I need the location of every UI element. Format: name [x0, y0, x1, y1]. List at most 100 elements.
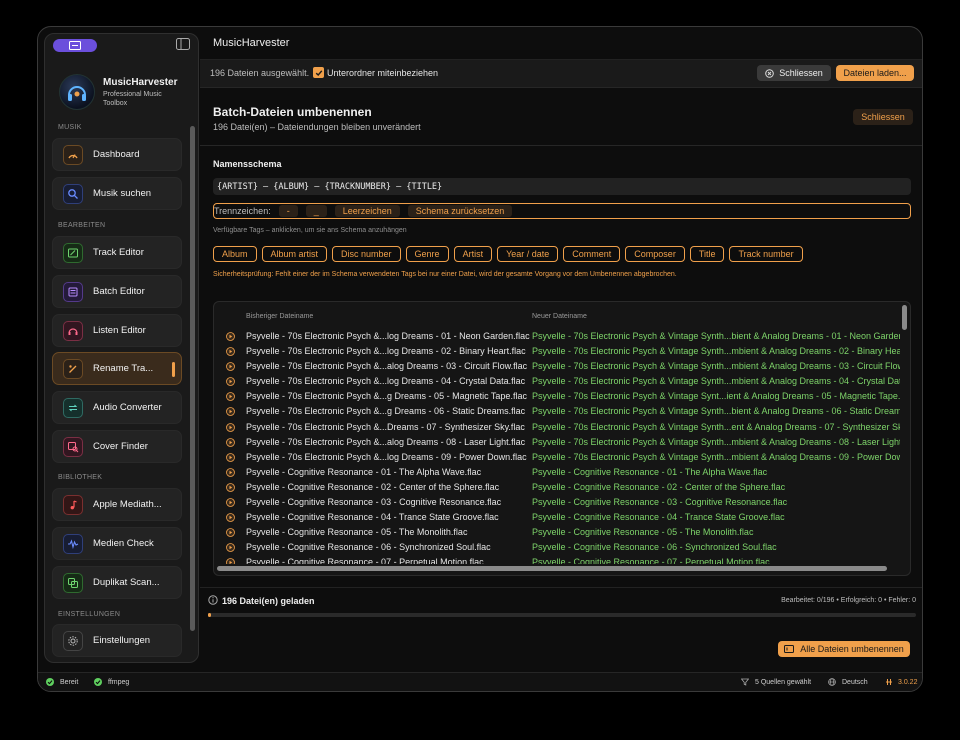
sidebar-item-label: Audio Converter: [93, 402, 162, 413]
play-circle-icon: [226, 437, 235, 447]
table-row[interactable]: Psyvelle - 70s Electronic Psych &...g Dr…: [214, 389, 900, 404]
new-filename: Psyvelle - 70s Electronic Psych & Vintag…: [532, 436, 900, 447]
tag-disc-number[interactable]: Disc number: [332, 246, 401, 262]
sidebar-item-apple-mediathek[interactable]: Apple Mediath...: [52, 488, 182, 521]
new-filename: Psyvelle - 70s Electronic Psych & Vintag…: [532, 346, 900, 357]
globe-icon: [828, 678, 836, 686]
image-search-icon: [63, 436, 83, 457]
play-circle-icon: [226, 407, 235, 417]
play-circle-icon: [226, 498, 235, 507]
table-row[interactable]: Psyvelle - Cognitive Resonance - 07 - Pe…: [214, 555, 900, 564]
separator-label: Trennzeichen:: [214, 206, 271, 216]
status-sources[interactable]: 5 Quellen gewählt: [741, 678, 811, 686]
close-button[interactable]: Schliessen: [757, 65, 831, 81]
separator-space-button[interactable]: Leerzeichen: [334, 205, 400, 217]
table-row[interactable]: Psyvelle - Cognitive Resonance - 01 - Th…: [214, 465, 900, 480]
table-row[interactable]: Psyvelle - Cognitive Resonance - 03 - Co…: [214, 495, 900, 510]
separator-underscore-button[interactable]: _: [305, 205, 327, 217]
sidebar-item-listen-editor[interactable]: Listen Editor: [52, 314, 182, 347]
brand-name: MusicHarvester: [103, 76, 178, 88]
table-row[interactable]: Psyvelle - 70s Electronic Psych &...log …: [214, 344, 900, 359]
status-version: 3.0.22: [885, 678, 917, 686]
sidebar-item-batch-editor[interactable]: Batch Editor: [52, 275, 182, 308]
old-filename: Psyvelle - 70s Electronic Psych &...alog…: [246, 361, 528, 372]
checkmark-icon: [315, 69, 322, 76]
include-subfolders-label[interactable]: Unterordner miteinbeziehen: [327, 68, 438, 78]
tag-genre[interactable]: Genre: [405, 246, 449, 262]
sidebar-item-label: Track Editor: [93, 247, 144, 258]
section-einstellungen: EINSTELLUNGEN: [58, 611, 121, 618]
table-row[interactable]: Psyvelle - 70s Electronic Psych &...g Dr…: [214, 404, 900, 419]
sidebar-item-cover-finder[interactable]: Cover Finder: [52, 430, 182, 463]
sidebar-item-medien-check[interactable]: Medien Check: [52, 527, 182, 560]
headphones-logo-icon: [68, 86, 86, 101]
sidebar: MusicHarvester Professional Music Toolbo…: [44, 33, 199, 663]
tag-artist[interactable]: Artist: [453, 246, 493, 262]
close-circle-icon: [765, 68, 775, 78]
column-header-old: Bisheriger Dateiname: [246, 313, 314, 320]
table-row[interactable]: Psyvelle - 70s Electronic Psych &...log …: [214, 329, 900, 344]
old-filename: Psyvelle - 70s Electronic Psych &...g Dr…: [246, 391, 527, 402]
old-filename: Psyvelle - 70s Electronic Psych &...log …: [246, 376, 526, 387]
play-circle-icon: [226, 558, 235, 564]
table-row[interactable]: Psyvelle - Cognitive Resonance - 05 - Th…: [214, 525, 900, 540]
play-circle-icon: [226, 392, 235, 402]
new-filename: Psyvelle - 70s Electronic Psych & Vintag…: [532, 361, 900, 372]
section-bearbeiten: BEARBEITEN: [58, 222, 106, 229]
sidebar-item-musik-suchen[interactable]: Musik suchen: [52, 177, 182, 210]
tag-year[interactable]: Year / date: [497, 246, 559, 262]
table-row[interactable]: Psyvelle - Cognitive Resonance - 02 - Ce…: [214, 480, 900, 495]
play-circle-icon: [226, 467, 235, 477]
table-horizontal-scrollbar[interactable]: [217, 566, 887, 571]
include-subfolders-checkbox[interactable]: [313, 67, 324, 78]
sidebar-item-einstellungen[interactable]: Einstellungen: [52, 624, 182, 657]
sidebar-item-audio-converter[interactable]: Audio Converter: [52, 391, 182, 424]
schema-title: Namensschema: [213, 159, 282, 169]
info-icon: [208, 595, 218, 605]
window-switch-button[interactable]: [53, 39, 97, 52]
sidebar-top: [45, 34, 198, 56]
table-vertical-scrollbar[interactable]: [902, 305, 907, 330]
play-circle-icon: [226, 377, 235, 387]
progress-stats: Bearbeitet: 0/196 • Erfolgreich: 0 • Feh…: [781, 597, 916, 604]
reset-schema-button[interactable]: Schema zurücksetzen: [407, 205, 513, 217]
old-filename: Psyvelle - 70s Electronic Psych &...log …: [246, 451, 527, 462]
play-circle-icon: [226, 452, 235, 462]
table-row[interactable]: Psyvelle - 70s Electronic Psych &...Drea…: [214, 420, 900, 435]
table-row[interactable]: Psyvelle - 70s Electronic Psych &...log …: [214, 374, 900, 389]
load-files-button[interactable]: Dateien laden...: [836, 65, 914, 81]
sidebar-toggle-icon[interactable]: [176, 38, 190, 50]
sidebar-item-rename-tracks[interactable]: Rename Tra...: [52, 352, 182, 385]
panel-title: Batch-Dateien umbenennen: [213, 105, 372, 119]
tag-composer[interactable]: Composer: [625, 246, 685, 262]
schema-input[interactable]: {ARTIST} – {ALBUM} – {TRACKNUMBER} – {TI…: [213, 178, 911, 195]
rename-all-button[interactable]: Alle Dateien umbenennen: [778, 641, 910, 657]
sidebar-item-dashboard[interactable]: Dashboard: [52, 138, 182, 171]
convert-icon: [63, 397, 83, 418]
tag-album[interactable]: Album: [213, 246, 257, 262]
table-row[interactable]: Psyvelle - 70s Electronic Psych &...alog…: [214, 359, 900, 374]
play-circle-icon: [226, 543, 235, 553]
table-row[interactable]: Psyvelle - 70s Electronic Psych &...alog…: [214, 435, 900, 450]
sidebar-scrollbar[interactable]: [190, 126, 195, 631]
separator-dash-button[interactable]: -: [278, 205, 298, 217]
progress-section: 196 Datei(en) geladen Bearbeitet: 0/196 …: [200, 587, 922, 627]
tag-title[interactable]: Title: [689, 246, 725, 262]
sidebar-item-track-editor[interactable]: Track Editor: [52, 236, 182, 269]
tag-album-artist[interactable]: Album artist: [261, 246, 328, 262]
sidebar-item-duplikat-scanner[interactable]: Duplikat Scan...: [52, 566, 182, 599]
panel-close-button[interactable]: Schliessen: [853, 109, 913, 125]
toolbar: 196 Dateien ausgewählt. Unterordner mite…: [200, 60, 922, 88]
table-row[interactable]: Psyvelle - Cognitive Resonance - 04 - Tr…: [214, 510, 900, 525]
status-language[interactable]: Deutsch: [828, 678, 868, 686]
tag-track-number[interactable]: Track number: [729, 246, 803, 262]
rename-icon: [63, 358, 83, 379]
new-filename: Psyvelle - Cognitive Resonance - 03 - Co…: [532, 497, 788, 508]
tag-comment[interactable]: Comment: [563, 246, 621, 262]
table-row[interactable]: Psyvelle - Cognitive Resonance - 06 - Sy…: [214, 540, 900, 555]
section-bibliothek: BIBLIOTHEK: [58, 474, 103, 481]
tags-hint: Verfügbare Tags – anklicken, um sie ans …: [213, 227, 407, 234]
brand: MusicHarvester Professional Music Toolbo…: [59, 74, 177, 110]
table-row[interactable]: Psyvelle - 70s Electronic Psych &...log …: [214, 450, 900, 465]
progress-fill: [208, 613, 211, 617]
